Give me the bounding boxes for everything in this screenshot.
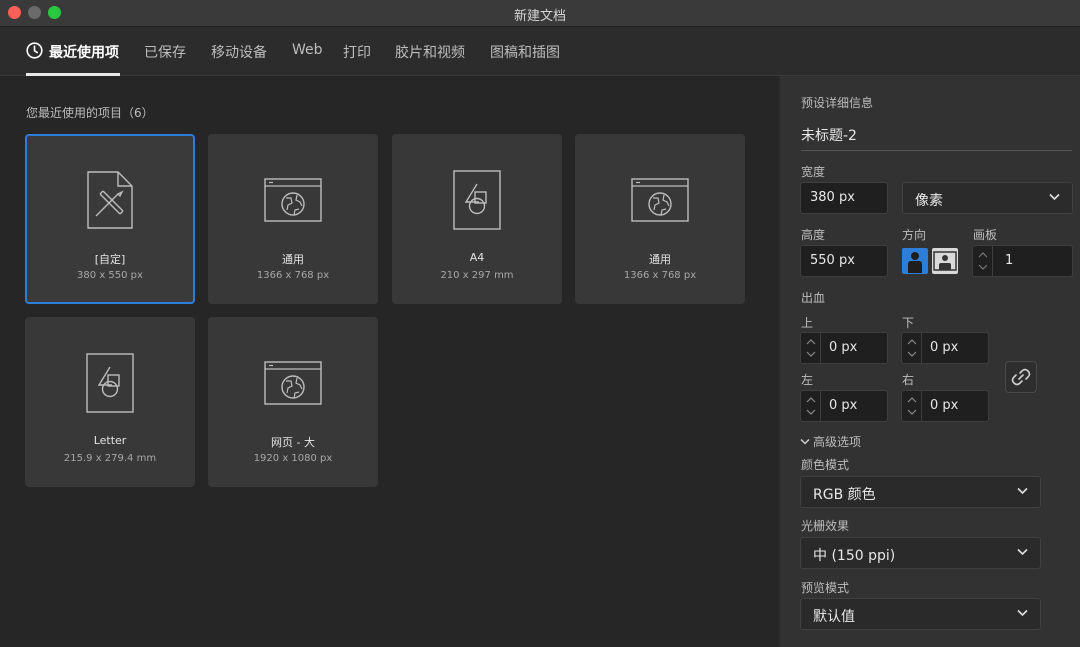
artboards-value: 1 — [1005, 253, 1014, 268]
preset-card-a4[interactable]: A4 210 x 297 mm — [392, 134, 562, 304]
portrait-orientation-button[interactable] — [902, 248, 928, 274]
bleed-right-value: 0 px — [930, 398, 959, 413]
width-input[interactable]: 380 px — [800, 182, 888, 214]
preset-size: 1366 x 768 px — [623, 270, 697, 281]
portrait-person-icon — [908, 252, 922, 273]
stepper-arrows[interactable] — [801, 333, 821, 363]
tab-film-video[interactable]: 胶片和视频 — [395, 42, 465, 62]
bleed-top-stepper[interactable]: 0 px — [800, 332, 888, 364]
stepper-arrows[interactable] — [902, 333, 922, 363]
preset-size: 1920 x 1080 px — [253, 453, 333, 464]
height-input[interactable]: 550 px — [800, 245, 888, 277]
stepper-arrows-icon — [907, 339, 917, 357]
height-value: 550 px — [810, 253, 855, 268]
preview-mode-select[interactable]: 默认值 — [800, 598, 1041, 630]
bleed-top-value: 0 px — [829, 340, 858, 355]
stepper-arrows[interactable] — [902, 391, 922, 421]
stepper-arrows-icon — [806, 339, 816, 357]
preset-size: 210 x 297 mm — [440, 270, 514, 281]
color-mode-value: RGB 颜色 — [813, 487, 876, 503]
print-document-icon — [453, 170, 501, 230]
preset-card-web-1366[interactable]: 通用 1366 x 768 px — [208, 134, 378, 304]
preset-details-heading: 预设详细信息 — [801, 96, 874, 110]
bleed-left-label: 左 — [801, 373, 814, 387]
preset-details-panel: 预设详细信息 未标题-2 宽度 380 px 像素 高度 方向 画板 550 p… — [779, 76, 1080, 647]
bleed-label: 出血 — [801, 291, 826, 305]
bleed-left-value: 0 px — [829, 398, 858, 413]
artboards-stepper[interactable]: 1 — [972, 245, 1073, 277]
tab-recent[interactable]: 最近使用项 — [49, 42, 119, 62]
preset-card-custom[interactable]: [自定] 380 x 550 px — [25, 134, 195, 304]
preset-size: 380 x 550 px — [77, 270, 143, 281]
bleed-top-label: 上 — [801, 316, 814, 330]
preset-name: A4 — [469, 251, 485, 264]
preset-card-letter[interactable]: Letter 215.9 x 279.4 mm — [25, 317, 195, 487]
clock-icon — [26, 42, 43, 59]
stepper-arrows-icon — [978, 252, 988, 270]
width-label: 宽度 — [801, 165, 826, 179]
artboards-stepper-arrows[interactable] — [973, 246, 993, 276]
tab-art-illustration[interactable]: 图稿和插图 — [490, 42, 560, 62]
unit-value: 像素 — [915, 193, 943, 209]
web-globe-icon — [264, 178, 322, 222]
bleed-left-stepper[interactable]: 0 px — [800, 390, 888, 422]
tab-mobile[interactable]: 移动设备 — [211, 42, 267, 62]
chevron-down-icon — [1017, 548, 1028, 556]
orientation-label: 方向 — [902, 228, 927, 242]
width-value: 380 px — [810, 190, 855, 205]
preset-card-web-large[interactable]: 网页 - 大 1920 x 1080 px — [208, 317, 378, 487]
preset-size: 215.9 x 279.4 mm — [63, 453, 157, 464]
tab-saved[interactable]: 已保存 — [144, 42, 186, 62]
link-bleed-button[interactable] — [1005, 361, 1037, 393]
bleed-bottom-stepper[interactable]: 0 px — [901, 332, 989, 364]
bleed-right-stepper[interactable]: 0 px — [901, 390, 989, 422]
preset-name: Letter — [93, 434, 127, 447]
landscape-person-icon — [933, 251, 957, 271]
preset-name: 通用 — [649, 253, 671, 266]
preset-name: 网页 - 大 — [271, 436, 315, 449]
custom-document-icon — [87, 171, 133, 229]
landscape-orientation-button[interactable] — [932, 248, 958, 274]
raster-effects-label: 光栅效果 — [801, 519, 850, 533]
color-mode-label: 颜色模式 — [801, 458, 850, 472]
preset-size: 1366 x 768 px — [256, 270, 330, 281]
height-label: 高度 — [801, 228, 826, 242]
chevron-down-icon — [1017, 609, 1028, 617]
title-bar: 新建文档 — [0, 0, 1080, 27]
preset-name: 通用 — [282, 253, 304, 266]
new-document-dialog: 新建文档 最近使用项 已保存 移动设备 Web 打印 胶片和视频 图稿和插图 您… — [0, 0, 1080, 647]
chevron-down-icon — [1049, 193, 1060, 201]
chevron-down-icon — [800, 438, 810, 445]
tab-print[interactable]: 打印 — [343, 42, 371, 62]
preview-mode-value: 默认值 — [813, 609, 855, 625]
web-globe-icon — [264, 361, 322, 405]
advanced-options-label: 高级选项 — [813, 435, 862, 449]
raster-effects-select[interactable]: 中 (150 ppi) — [800, 537, 1041, 569]
stepper-arrows-icon — [907, 397, 917, 415]
tab-web[interactable]: Web — [292, 42, 323, 58]
advanced-options-toggle[interactable]: 高级选项 — [800, 433, 861, 450]
bleed-bottom-label: 下 — [902, 316, 915, 330]
category-tab-bar: 最近使用项 已保存 移动设备 Web 打印 胶片和视频 图稿和插图 — [0, 27, 1080, 76]
recent-items-heading: 您最近使用的项目（6） — [26, 106, 154, 120]
stepper-arrows[interactable] — [801, 391, 821, 421]
artboards-label: 画板 — [973, 228, 998, 242]
color-mode-select[interactable]: RGB 颜色 — [800, 476, 1041, 508]
bleed-bottom-value: 0 px — [930, 340, 959, 355]
print-document-icon — [86, 353, 134, 413]
unit-select[interactable]: 像素 — [902, 182, 1073, 214]
chevron-down-icon — [1017, 487, 1028, 495]
active-tab-indicator — [26, 73, 120, 76]
preview-mode-label: 预览模式 — [801, 581, 850, 595]
document-name-input[interactable]: 未标题-2 — [801, 125, 857, 145]
link-chain-icon — [1011, 368, 1031, 386]
preset-card-web-1366-b[interactable]: 通用 1366 x 768 px — [575, 134, 745, 304]
bleed-right-label: 右 — [902, 373, 915, 387]
web-globe-icon — [631, 178, 689, 222]
preset-name: [自定] — [94, 253, 126, 266]
stepper-arrows-icon — [806, 397, 816, 415]
raster-effects-value: 中 (150 ppi) — [813, 548, 896, 564]
window-title: 新建文档 — [513, 9, 566, 24]
document-name-underline — [801, 150, 1072, 151]
